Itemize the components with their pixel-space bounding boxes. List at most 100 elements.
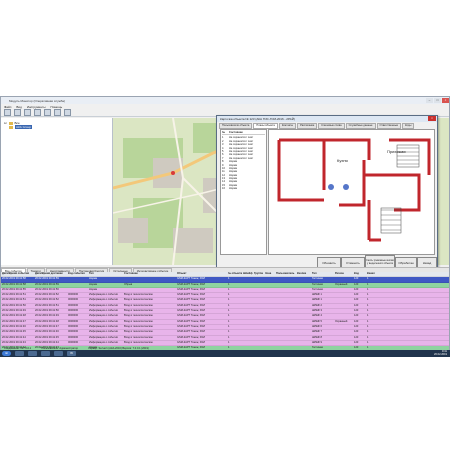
menu-help[interactable]: Помощь [51,105,63,109]
expand-icon[interactable]: ⊟ [4,121,7,125]
table-cell: Информация о событии [89,324,118,328]
dialog-title-bar: Карточка объекта № 123 (АКА ГИС-ГСМ-2016… [217,116,437,122]
taskbar-monitor-icon[interactable] [54,351,63,356]
table-cell: 1 [228,309,230,313]
clock[interactable]: 9:41 20.02.2019 [434,350,447,357]
column-header[interactable]: Состояние [123,272,176,276]
object-tree: ⊟ Все АКА Group [1,118,113,265]
column-header[interactable]: Пользователь [275,272,296,276]
table-cell: 0000000 [68,330,79,334]
table-cell: 1 [228,314,230,318]
folder-icon [8,121,13,125]
dialog-close-icon[interactable]: × [428,116,436,121]
toolbar-open-icon[interactable] [4,109,11,116]
toolbar-list-icon[interactable] [44,109,51,116]
table-cell: 0000000 [68,293,79,297]
dialog-tabs: Пользователи объекта Планы объекта Конта… [219,123,437,129]
table-cell: 123 [354,330,359,334]
taskbar-app-icon[interactable] [41,351,50,356]
table-cell [296,293,311,297]
zone-number-header: № [222,131,225,134]
window-title: Модуль Монитор (Оперативная служба) [9,98,65,103]
tree-item[interactable]: АКА Group [4,125,109,129]
table-cell: 20.02.2019 09:41:51 [2,293,26,297]
column-header[interactable]: Дата/Время доставки [34,272,67,276]
table-cell [296,304,311,308]
table-cell: ШЛЕФ 6 [312,324,322,328]
table-cell [242,283,253,287]
table-cell: 1 [367,340,369,344]
column-header[interactable]: Объект [176,272,227,276]
table-cell: Гостиная [312,287,323,291]
table-cell [253,283,264,287]
column-header[interactable]: Дата/Время события [1,272,34,276]
table-cell: 20.02.2019 09:41:58 [2,282,26,286]
object-card-dialog: Карточка объекта № 123 (АКА ГИС-ГСМ-2016… [216,115,438,269]
table-cell: Вход в технологическое [124,293,153,297]
column-header[interactable]: Зона [264,272,275,276]
table-cell: 0000000 [68,335,79,339]
app-window: Модуль Монитор (Оперативная служба) ‒ □ … [0,96,450,357]
table-cell [275,288,296,292]
table-cell: 123 [354,287,359,291]
maximize-button[interactable]: □ [434,98,441,103]
table-cell [334,341,353,345]
column-header[interactable]: Код [353,272,366,276]
table-cell [264,320,275,324]
column-header[interactable]: Регион [334,272,353,276]
zone-list-item[interactable]: 16 Норма [222,187,265,190]
zone-list[interactable]: № Состояние 1 Не охранялся / снят 2 Не охра… [220,129,267,255]
table-cell: GSM-КАРТ Тонеж, РАЙ [177,298,205,302]
menu-tools[interactable]: Инструменты [27,105,46,109]
table-cell: Информация о событии [89,303,118,307]
toolbar-map-icon[interactable] [34,109,41,116]
table-cell: 20.02.2019 09:41:51 [2,298,26,302]
column-header[interactable]: Код события [67,272,88,276]
taskbar-browser-icon[interactable] [28,351,37,356]
table-cell [264,277,275,281]
toolbar-settings-icon[interactable] [54,109,61,116]
toolbar-print-icon[interactable] [24,109,31,116]
close-button[interactable]: × [442,98,449,103]
table-cell: Обрыв [124,282,133,286]
toolbar-zoom-icon[interactable] [64,109,71,116]
table-cell [264,283,275,287]
column-header[interactable]: Шлейф [242,272,253,276]
zone-number: 16 [222,187,225,191]
column-header[interactable]: № объекта [227,272,242,276]
table-cell: 20.02.2019 09:41:44 [35,340,59,344]
column-header[interactable]: Кнопка [296,272,311,276]
table-cell: 1 [228,324,230,328]
column-header[interactable]: Канал [366,272,379,276]
toolbar-save-icon[interactable] [14,109,21,116]
table-cell: 20.02.2019 09:41:52 [35,298,59,302]
table-cell [296,341,311,345]
table-cell: Норма [89,282,97,286]
menu-view[interactable]: Вид [16,105,21,109]
start-icon[interactable]: ⊞ [2,351,11,356]
minimize-button[interactable]: ‒ [426,98,433,103]
table-cell: 20.02.2019 09:41:46 [35,330,59,334]
column-header[interactable]: Тип [88,272,123,276]
table-cell [253,330,264,334]
table-cell [242,298,253,302]
table-cell [334,325,353,329]
table-cell [264,341,275,345]
taskbar-explorer-icon[interactable] [15,351,24,356]
menu-file[interactable]: Файл [4,105,11,109]
table-cell [264,304,275,308]
column-header[interactable]: Группа [253,272,264,276]
table-cell [264,288,275,292]
floor-plan[interactable]: Прихожая Кухня [268,129,435,255]
table-cell: 1 [228,298,230,302]
taskbar-word-icon[interactable]: W [67,351,76,356]
table-cell: ШЛЕФ 1 [312,298,322,302]
column-header[interactable]: Тип [311,272,334,276]
table-cell [275,283,296,287]
table-cell: 20.02.2019 09:41:50 [35,309,59,313]
table-cell: 123 [354,335,359,339]
table-cell [242,320,253,324]
events-table[interactable]: Дата/Время события Дата/Время доставки Код… [1,272,449,357]
table-cell: 1 [367,282,369,286]
table-cell: 1 [228,319,230,323]
